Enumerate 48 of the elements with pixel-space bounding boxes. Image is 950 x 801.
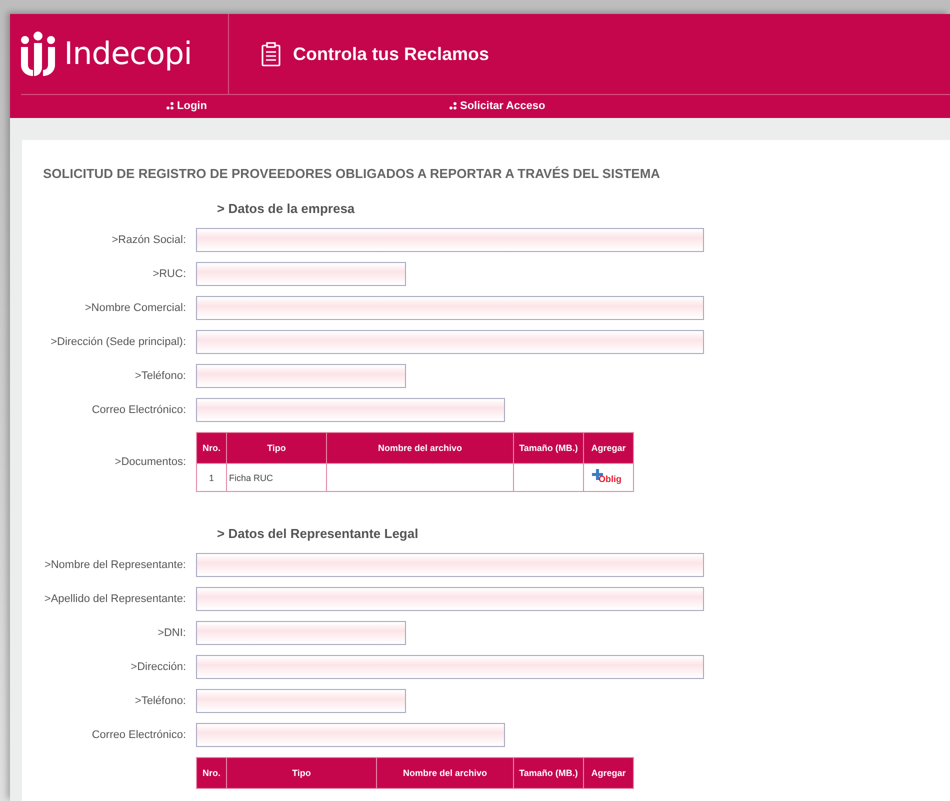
column-header: Tipo	[226, 432, 326, 464]
input-field[interactable]	[196, 330, 704, 354]
column-header: Nombre del archivo	[326, 432, 514, 464]
table-cell: Ficha RUC	[226, 464, 326, 492]
field-label: >RUC:	[152, 268, 187, 280]
field-label: >Nombre Comercial:	[84, 302, 187, 314]
column-header: Tamaño (MB.)	[514, 758, 584, 788]
column-header: Nombre del archivo	[376, 758, 514, 788]
field-label: >Teléfono:	[134, 695, 187, 707]
field-label: >Nombre del Representante:	[43, 559, 187, 571]
column-header: Agregar	[584, 758, 634, 788]
field-label: >Documentos:	[114, 456, 187, 468]
input-field[interactable]	[196, 621, 406, 645]
clipboard-icon	[261, 42, 281, 66]
nav-link[interactable]: Login	[166, 100, 207, 112]
dots-icon	[449, 102, 457, 110]
input-field[interactable]	[196, 228, 704, 252]
page-title: SOLICITUD DE REGISTRO DE PROVEEDORES OBLIGADOS A REPORTAR A TRAVÉS DEL SISTEMA	[43, 166, 662, 181]
app-title: Controla tus Reclamos	[293, 44, 490, 64]
column-header: Tipo	[226, 758, 376, 788]
input-field[interactable]	[196, 262, 406, 286]
input-field[interactable]	[196, 398, 505, 422]
column-header: Tamaño (MB.)	[514, 432, 584, 464]
field-label: >DNI:	[156, 627, 187, 639]
logo-icon	[20, 31, 56, 77]
column-header: Nro.	[196, 758, 226, 788]
field-label: >Dirección (Sede principal):	[50, 336, 187, 348]
field-label: >Dirección:	[130, 661, 187, 673]
dots-icon	[166, 102, 174, 110]
field-label: Correo Electrónico:	[90, 404, 187, 416]
section-heading: > Datos del Representante Legal	[217, 526, 420, 541]
section-heading: > Datos de la empresa	[217, 201, 356, 216]
field-label: Correo Electrónico:	[90, 729, 187, 741]
input-field[interactable]	[196, 296, 704, 320]
table-cell: 1	[196, 464, 226, 492]
input-field[interactable]	[196, 553, 704, 577]
field-label: >Teléfono:	[134, 370, 187, 382]
column-header: Nro.	[196, 432, 226, 464]
input-field[interactable]	[196, 655, 704, 679]
brand-name: Indecopi	[64, 36, 192, 72]
input-field[interactable]	[196, 364, 406, 388]
input-field[interactable]	[196, 723, 505, 747]
field-label: >Apellido del Representante:	[43, 593, 187, 605]
field-label: >Razón Social:	[110, 234, 187, 246]
input-field[interactable]	[196, 587, 704, 611]
nav-link[interactable]: Solicitar Acceso	[449, 100, 546, 112]
input-field[interactable]	[196, 689, 406, 713]
column-header: Agregar	[584, 432, 634, 464]
